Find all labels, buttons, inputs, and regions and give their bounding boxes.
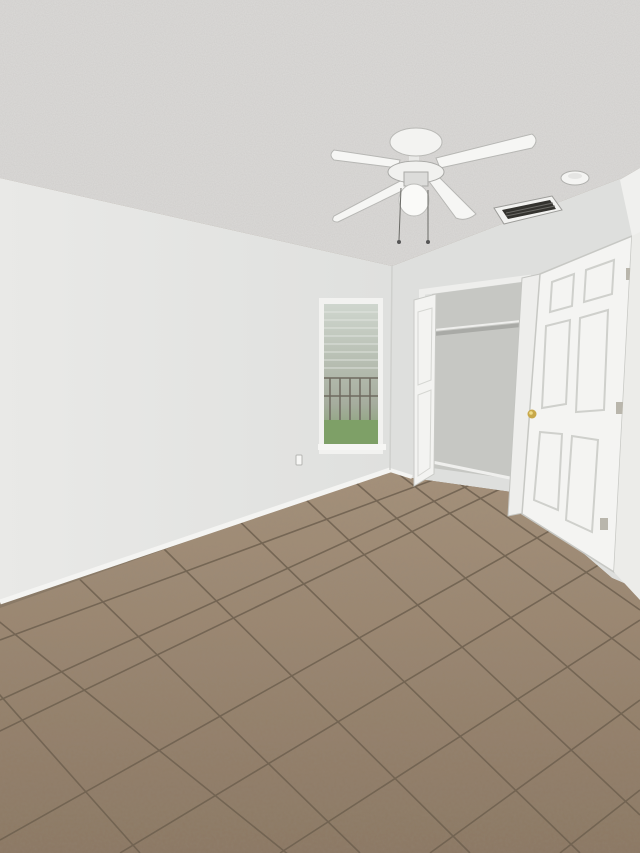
smoke-detector-icon xyxy=(560,170,590,186)
wall-outlet-icon xyxy=(295,454,303,466)
room-photo xyxy=(0,0,640,853)
closet-door-left[interactable] xyxy=(413,293,437,487)
room-illustration xyxy=(0,0,640,853)
door-knob-icon[interactable] xyxy=(527,409,537,419)
window xyxy=(318,298,386,454)
closet-interior xyxy=(432,282,522,480)
